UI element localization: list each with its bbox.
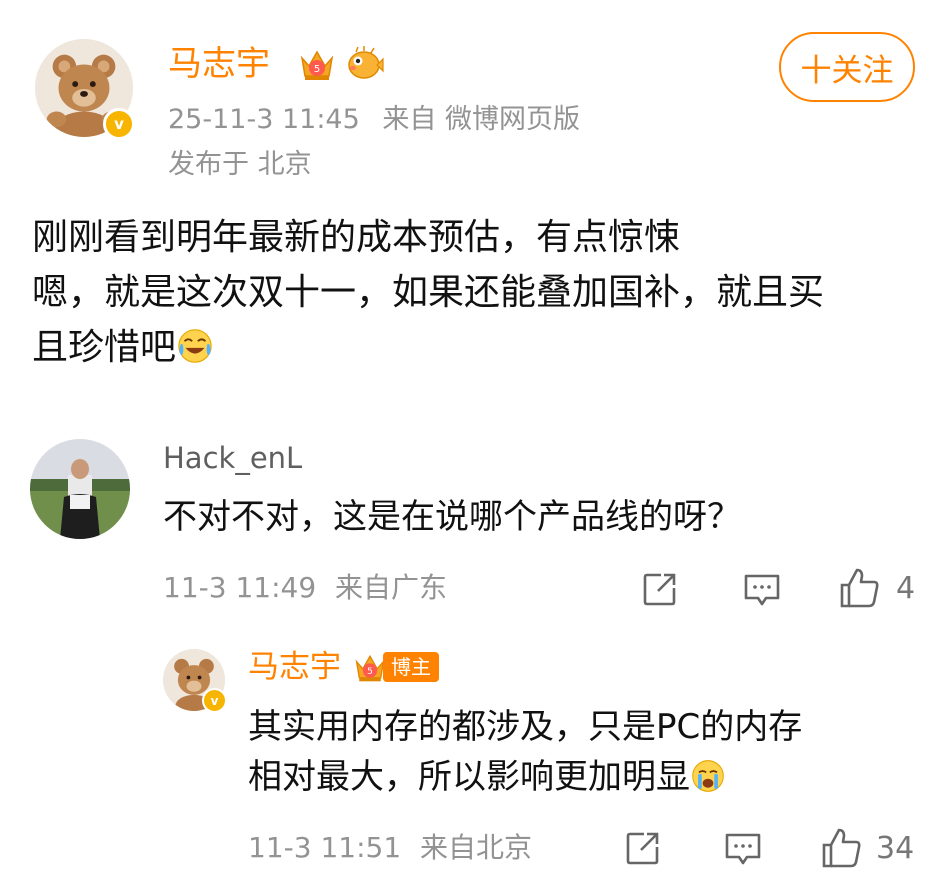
post-time: 25-11-3 11:45 <box>168 104 360 135</box>
share-icon <box>643 573 676 606</box>
crown-member-icon: 5 <box>298 44 336 84</box>
reply-author-name[interactable]: 马志宇 <box>248 648 341 686</box>
comment-meta: 11-3 11:49 来自广东 <box>163 572 447 604</box>
share-button[interactable] <box>641 570 679 608</box>
reply-location: 来自北京 <box>420 831 533 864</box>
share-icon <box>626 832 659 865</box>
post-body: 刚刚看到明年最新的成本预估，有点惊悚 嗯，就是这次双十一，如果还能叠加国补，就且… <box>32 210 912 381</box>
post-text-line: 嗯，就是这次双十一，如果还能叠加国补，就且买 <box>32 272 825 313</box>
reply-text: 其实用内存的都涉及，只是PC的内存 相对最大，所以影响更加明显 <box>248 702 802 808</box>
verified-badge-icon: v <box>202 688 227 713</box>
post-location: 发布于 北京 <box>168 149 312 180</box>
thumbs-up-icon <box>822 828 861 868</box>
post-text-line-last: 且珍惜吧 <box>32 320 912 381</box>
post-meta: 25-11-3 11:45 来自 微博网页版 <box>168 104 580 136</box>
follow-button[interactable]: 十关注 <box>779 32 915 102</box>
thumbs-up-icon <box>840 568 879 608</box>
reply-button[interactable] <box>742 570 782 610</box>
svg-text:5: 5 <box>367 667 373 677</box>
post-text-line: 刚刚看到明年最新的成本预估，有点惊悚 <box>32 217 681 258</box>
comment-time: 11-3 11:49 <box>163 571 317 604</box>
comment-location: 来自广东 <box>335 571 448 604</box>
post-source: 来自 微博网页版 <box>382 104 580 135</box>
like-button[interactable]: 4 <box>838 566 915 610</box>
post-author-name[interactable]: 马志宇 <box>168 44 270 84</box>
reply-text-line: 其实用内存的都涉及，只是PC的内存 <box>248 707 803 747</box>
blogger-badge: 博主 <box>383 652 439 682</box>
share-button[interactable] <box>624 829 662 867</box>
like-count: 4 <box>896 570 916 606</box>
reply-time: 11-3 11:51 <box>248 831 402 864</box>
commenter-name[interactable]: Hack_enL <box>163 440 302 476</box>
reply-meta: 11-3 11:51 来自北京 <box>248 832 532 864</box>
svg-text:5: 5 <box>314 64 320 75</box>
reply-author-row: 马志宇 5 博主 <box>248 648 439 686</box>
comment-icon <box>744 574 780 606</box>
person-photo-image <box>30 439 130 539</box>
commenter-avatar[interactable] <box>30 439 130 539</box>
reply-button[interactable] <box>723 829 763 869</box>
like-count: 34 <box>876 830 915 866</box>
reply-text-line-last: 相对最大，所以影响更加明显 <box>248 752 802 808</box>
crying-emoji-icon <box>690 758 726 808</box>
laugh-cry-emoji-icon <box>176 326 214 381</box>
verified-badge-icon: v <box>103 108 135 140</box>
comment-text: 不对不对，这是在说哪个产品线的呀？ <box>163 497 741 537</box>
like-button[interactable]: 34 <box>820 826 914 870</box>
pufferfish-badge-icon <box>344 44 384 84</box>
crown-member-icon: 5 <box>353 649 387 685</box>
comment-icon <box>725 833 761 865</box>
